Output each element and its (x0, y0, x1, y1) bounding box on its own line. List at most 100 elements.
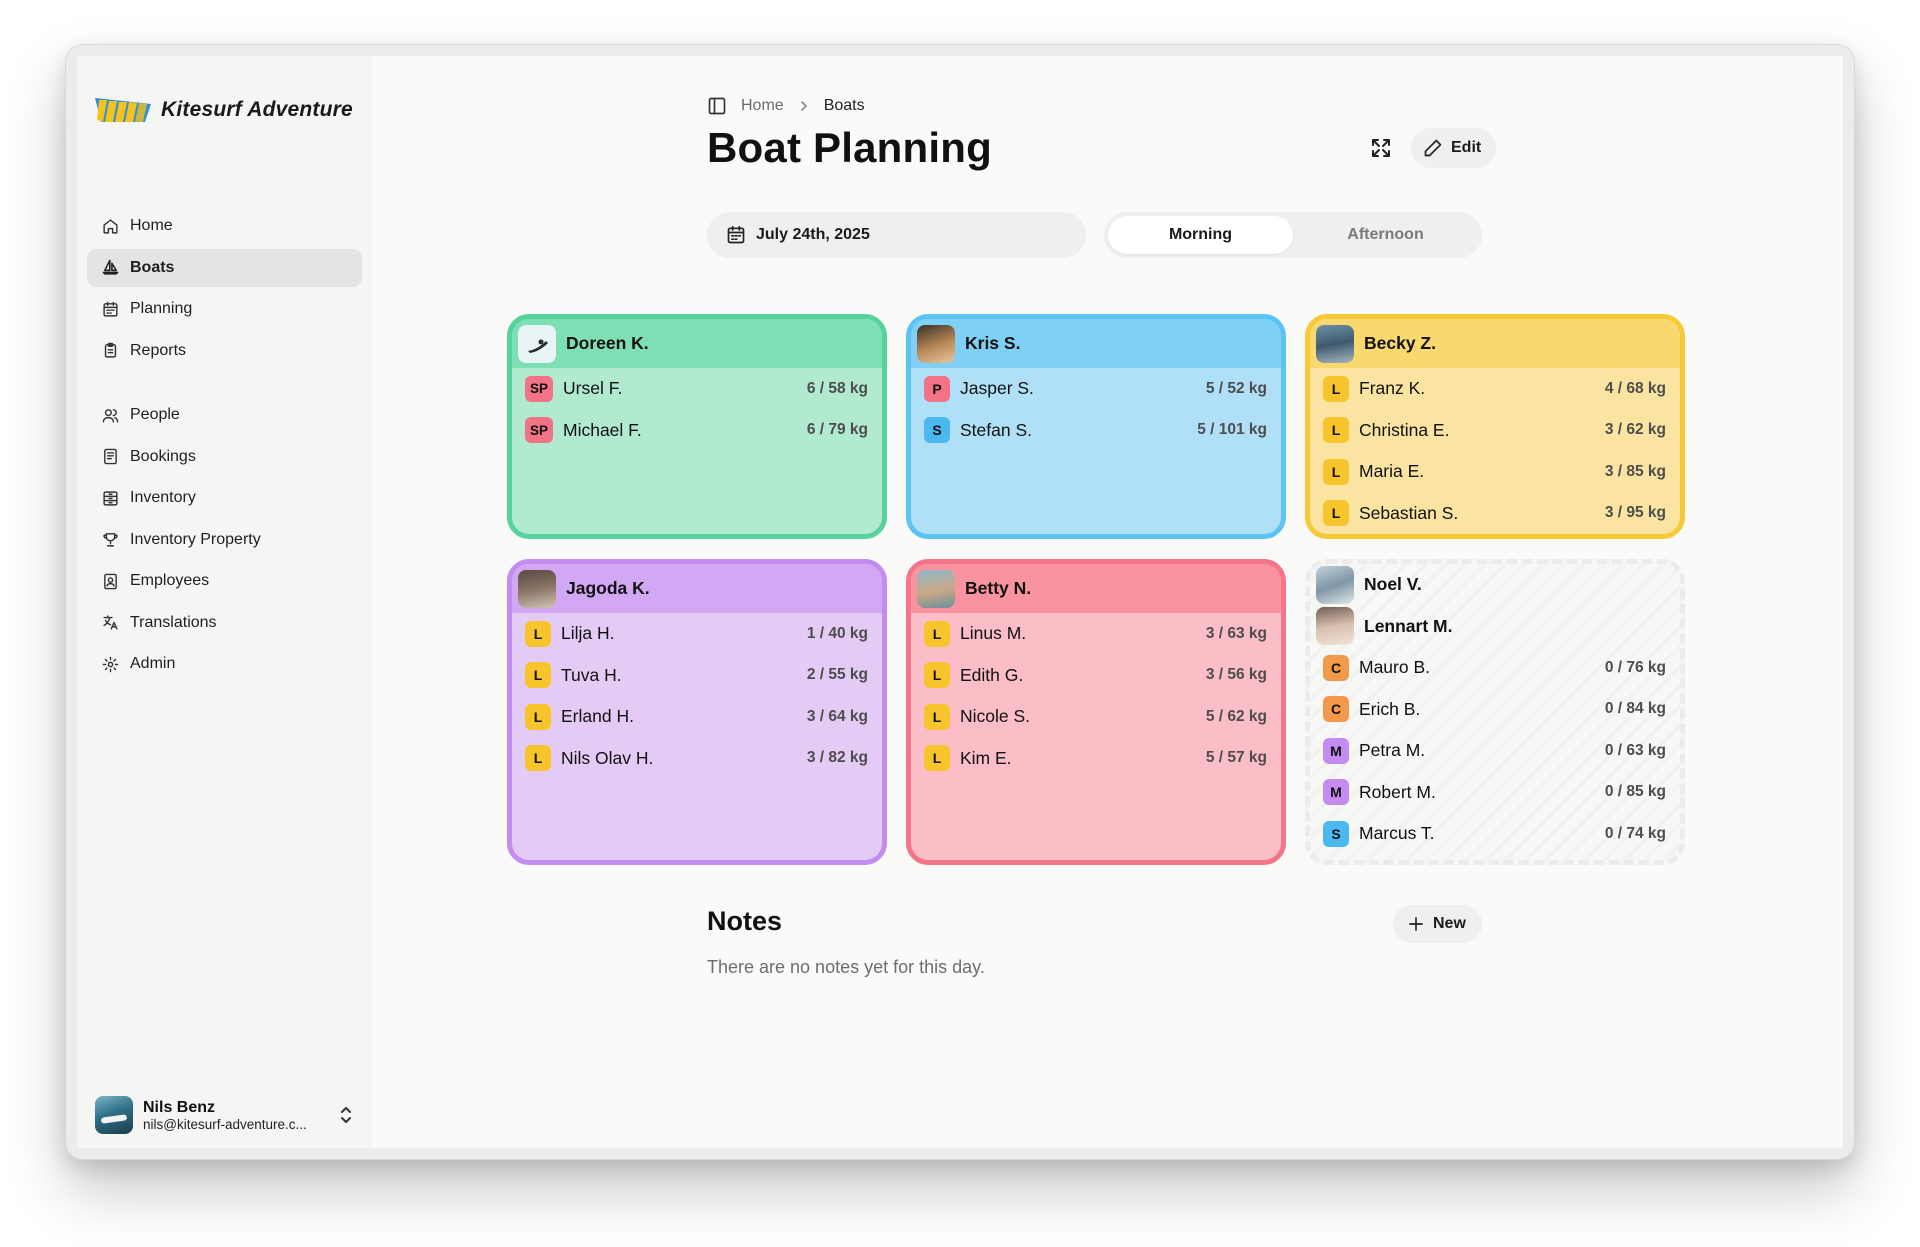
list-item[interactable]: SP Michael F. 6 / 79 kg (512, 410, 882, 452)
list-item[interactable]: L Maria E. 3 / 85 kg (1310, 451, 1680, 493)
fullscreen-button[interactable] (1363, 130, 1399, 166)
sidebar-item-bookings[interactable]: Bookings (87, 438, 362, 476)
list-item[interactable]: L Christina E. 3 / 62 kg (1310, 410, 1680, 452)
rider-stats: 3 / 95 kg (1604, 504, 1666, 522)
rider-name: Lilja H. (561, 623, 615, 644)
rider-stats: 6 / 58 kg (806, 379, 868, 397)
list-item[interactable]: M Petra M. 0 / 63 kg (1310, 730, 1680, 772)
user-email: nils@kitesurf-adventure.c... (143, 1116, 307, 1132)
list-item[interactable]: L Nicole S. 5 / 62 kg (911, 696, 1281, 738)
sailboat-icon (102, 259, 119, 275)
level-badge: SP (525, 375, 553, 402)
list-item[interactable]: C Erich B. 0 / 84 kg (1310, 689, 1680, 731)
instructor-name: Noel V. (1364, 574, 1422, 595)
breadcrumb-home[interactable]: Home (741, 97, 784, 115)
avatar (917, 324, 955, 363)
brand-logo-icon (95, 98, 151, 122)
clipboard-icon (104, 342, 117, 358)
notes-title: Notes (707, 906, 783, 936)
list-item[interactable]: P Jasper S. 5 / 52 kg (911, 368, 1281, 410)
boat-card[interactable]: Betty N. L Linus M. 3 / 63 kg L Edith G.… (906, 559, 1286, 865)
level-badge: L (924, 745, 950, 772)
instructor-name: Kris S. (965, 333, 1021, 353)
rider-stats: 3 / 62 kg (1604, 421, 1666, 439)
boat-card[interactable]: Jagoda K. L Lilja H. 1 / 40 kg L Tuva H.… (507, 559, 887, 865)
sidebar-nav: Home Boats Planning Reports People Booki… (87, 207, 362, 687)
list-item[interactable]: S Stefan S. 5 / 101 kg (911, 410, 1281, 452)
user-menu[interactable]: Nils Benz nils@kitesurf-adventure.c... (95, 1096, 354, 1134)
book-icon (104, 448, 117, 465)
boat-card[interactable]: Doreen K. SP Ursel F. 6 / 58 kg SP Micha… (507, 314, 887, 539)
list-item[interactable]: L Linus M. 3 / 63 kg (911, 613, 1281, 655)
list-item[interactable]: L Kim E. 5 / 57 kg (911, 738, 1281, 780)
calendar-icon (727, 225, 745, 244)
list-item[interactable]: L Nils Olav H. 3 / 82 kg (512, 738, 882, 780)
list-item[interactable]: SP Ursel F. 6 / 58 kg (512, 368, 882, 410)
avatar (518, 324, 556, 363)
rider-stats: 0 / 63 kg (1604, 741, 1666, 759)
edit-button[interactable]: Edit (1411, 128, 1497, 168)
rider-stats: 3 / 82 kg (806, 749, 868, 767)
sidebar-item-inventory[interactable]: Inventory (87, 479, 362, 517)
boat-grid: Doreen K. SP Ursel F. 6 / 58 kg SP Micha… (507, 314, 1685, 865)
sidebar-item-boats[interactable]: Boats (87, 248, 362, 287)
list-item[interactable]: M Robert M. 0 / 85 kg (1310, 772, 1680, 814)
level-badge: SP (525, 417, 553, 444)
avatar (917, 569, 955, 608)
level-badge: C (1323, 654, 1349, 681)
rider-name: Sebastian S. (1359, 502, 1459, 523)
page-title: Boat Planning (707, 124, 992, 171)
sidebar-toggle-icon[interactable] (707, 96, 727, 116)
boat-instructor[interactable]: Betty N. (911, 564, 1281, 613)
rider-stats: 5 / 52 kg (1205, 379, 1267, 397)
sidebar-item-home[interactable]: Home (87, 207, 362, 245)
level-badge: M (1323, 737, 1349, 764)
list-item[interactable]: S Marcus T. 0 / 74 kg (1310, 813, 1680, 855)
sidebar-item-employees[interactable]: Employees (87, 562, 362, 600)
boat-instructor[interactable]: Becky Z. (1310, 319, 1680, 368)
level-badge: L (1323, 500, 1349, 527)
rider-name: Linus M. (960, 623, 1027, 644)
boat-card[interactable]: Becky Z. L Franz K. 4 / 68 kg L Christin… (1305, 314, 1685, 539)
sidebar-item-planning[interactable]: Planning (87, 290, 362, 328)
list-item[interactable]: L Erland H. 3 / 64 kg (512, 696, 882, 738)
rider-name: Christina E. (1359, 419, 1450, 440)
boat-instructor[interactable]: Noel V. (1310, 564, 1680, 606)
tab-afternoon[interactable]: Afternoon (1293, 216, 1478, 254)
edit-button-label: Edit (1451, 139, 1482, 156)
list-item[interactable]: L Franz K. 4 / 68 kg (1310, 368, 1680, 410)
rider-name: Tuva H. (561, 664, 622, 685)
pencil-icon (1424, 139, 1442, 157)
boat-card[interactable]: Kris S. P Jasper S. 5 / 52 kg S Stefan S… (906, 314, 1286, 539)
new-note-button[interactable]: New (1393, 905, 1482, 943)
boat-instructor[interactable]: Kris S. (911, 319, 1281, 368)
sidebar-item-people[interactable]: People (87, 396, 362, 434)
list-item[interactable]: L Sebastian S. 3 / 95 kg (1310, 493, 1680, 535)
level-badge: C (1323, 696, 1349, 723)
list-item[interactable]: L Lilja H. 1 / 40 kg (512, 613, 882, 655)
boat-card-unassigned[interactable]: Noel V. Lennart M. C Mauro B. 0 / 76 kg … (1305, 559, 1685, 865)
languages-icon (103, 615, 118, 630)
rider-name: Robert M. (1359, 781, 1436, 802)
rider-name: Erland H. (561, 706, 634, 727)
rider-stats: 5 / 57 kg (1205, 749, 1267, 767)
date-picker[interactable]: July 24th, 2025 (707, 212, 1086, 258)
boat-instructor[interactable]: Jagoda K. (512, 564, 882, 613)
tab-morning[interactable]: Morning (1108, 216, 1293, 254)
sidebar-item-translations[interactable]: Translations (87, 604, 362, 642)
sidebar-item-admin[interactable]: Admin (87, 645, 362, 683)
instructor-name: Doreen K. (566, 333, 649, 353)
users-icon (102, 408, 119, 423)
sidebar-item-reports[interactable]: Reports (87, 332, 362, 370)
list-item[interactable]: L Edith G. 3 / 56 kg (911, 655, 1281, 697)
sidebar-item-label: Employees (130, 572, 210, 589)
list-item[interactable]: C Mauro B. 0 / 76 kg (1310, 647, 1680, 689)
boat-instructor[interactable]: Doreen K. (512, 319, 882, 368)
brand[interactable]: Kitesurf Adventure (95, 96, 353, 124)
rider-stats: 3 / 64 kg (806, 707, 868, 725)
rider-stats: 6 / 79 kg (806, 421, 868, 439)
list-item[interactable]: L Tuva H. 2 / 55 kg (512, 655, 882, 697)
boat-instructor[interactable]: Lennart M. (1310, 606, 1680, 648)
gear-icon (102, 656, 119, 672)
sidebar-item-inventory-property[interactable]: Inventory Property (87, 521, 362, 559)
